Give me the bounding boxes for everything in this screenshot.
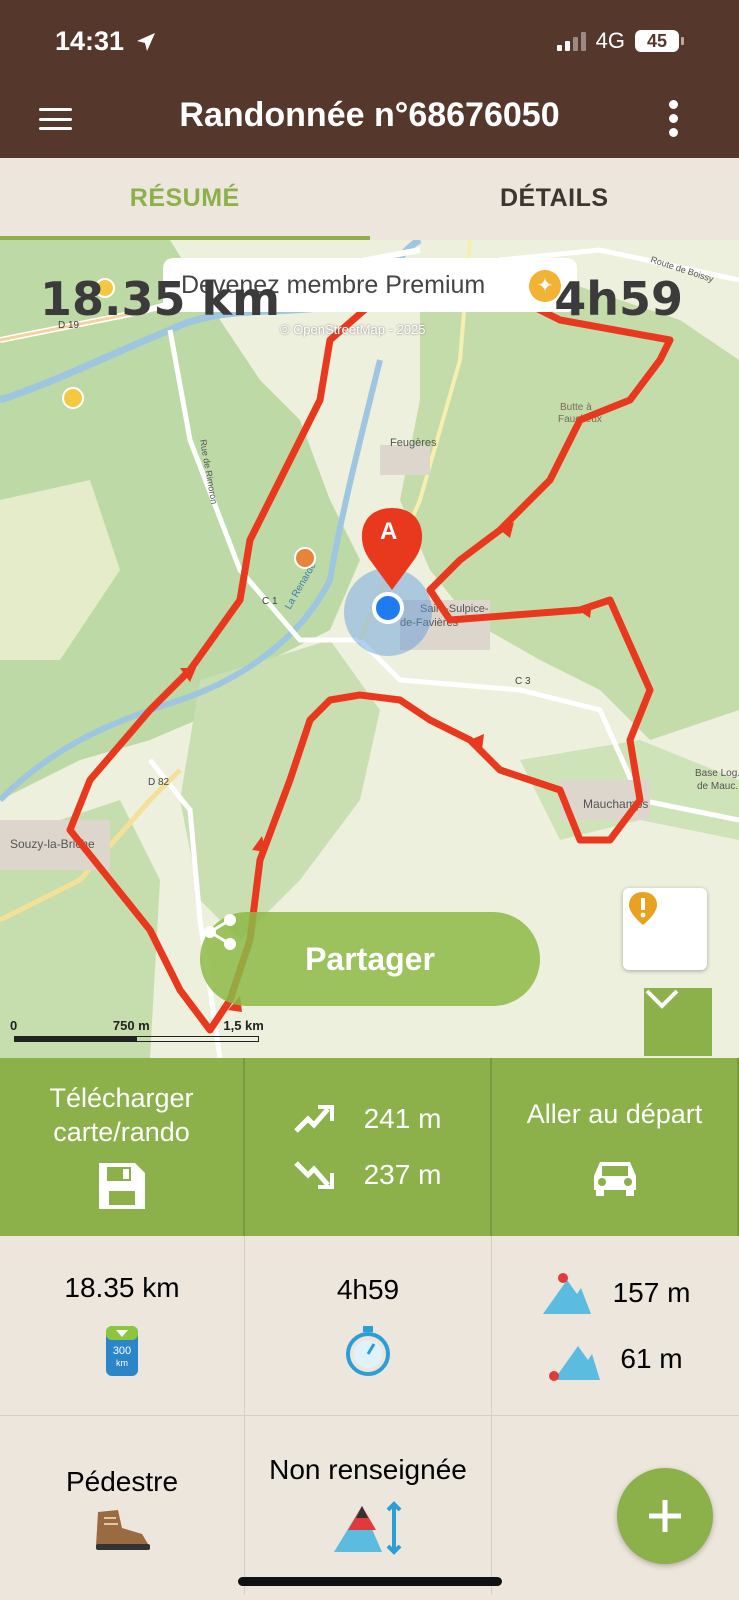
distance-marker-icon: 300km (106, 1325, 138, 1376)
map-duration-overlay: 4h59 (554, 272, 683, 326)
map-label-d82: D 82 (148, 777, 170, 788)
download-label: Télécharger carte/rando (49, 1083, 194, 1147)
altitude-max-value: 157 m (612, 1276, 691, 1308)
svg-text:300: 300 (113, 1345, 131, 1357)
stat-activity-value: Pédestre (65, 1466, 179, 1497)
map-label-feugeres: Feugères (390, 437, 437, 449)
share-button[interactable]: Partager (200, 912, 540, 1006)
poi-dot (294, 547, 316, 569)
stat-altitude: 157 m 61 m (492, 1236, 739, 1416)
descent-icon (293, 1161, 334, 1189)
tab-bar: RÉSUMÉ DÉTAILS (0, 158, 739, 240)
map-view[interactable]: Feugères Souzy-la-Briche Mauchamps Saint… (0, 240, 739, 1058)
stat-distance-value: 18.35 km (64, 1271, 180, 1303)
stat-difficulty-value: Non renseignée (269, 1454, 467, 1485)
stat-difficulty: Non renseignée (245, 1416, 492, 1594)
car-icon (593, 1161, 636, 1196)
scale-bar (14, 1036, 259, 1042)
warning-pin-icon (629, 892, 657, 925)
collapse-map-button[interactable] (644, 988, 712, 1056)
chevron-down-icon (645, 989, 679, 1009)
altitude-max-icon (542, 1272, 591, 1314)
map-label-base-log-2: de Mauc. (697, 781, 738, 792)
save-disk-icon (98, 1163, 145, 1209)
share-label: Partager (305, 940, 435, 977)
stopwatch-icon (346, 1325, 390, 1376)
app-bar: 14:31 4G 45 Randonnée n°68676050 (0, 0, 739, 158)
status-time: 14:31 (55, 26, 125, 56)
scale-label-0: 0 (10, 1018, 18, 1033)
map-label-c3: C 3 (515, 676, 531, 687)
elevation-gain-loss: 241 m 237 m (245, 1058, 492, 1236)
share-icon (204, 914, 236, 950)
descent-value: 237 m (363, 1159, 442, 1190)
ascent-icon (293, 1105, 334, 1133)
more-options-icon[interactable] (669, 100, 679, 142)
battery-icon: 45 (635, 30, 684, 52)
poi-dot (62, 387, 84, 409)
status-indicators: 4G 45 (556, 28, 684, 54)
hiking-boot-icon (96, 1510, 150, 1550)
altitude-min-icon (549, 1345, 601, 1381)
go-to-start-button[interactable]: Aller au départ (492, 1058, 739, 1236)
map-attribution: © OpenStreetMap - 2025 (280, 322, 426, 337)
map-label-c1: C 1 (262, 596, 278, 607)
page-title: Randonnée n°68676050 (179, 96, 560, 134)
tab-details[interactable]: DÉTAILS (370, 158, 739, 240)
scale-label-750: 750 m (112, 1018, 150, 1033)
map-distance-overlay: 18.35 km (40, 272, 281, 326)
signal-icon (556, 31, 586, 51)
report-alert-button[interactable] (623, 888, 707, 970)
home-indicator (238, 1577, 502, 1586)
tab-resume[interactable]: RÉSUMÉ (0, 158, 370, 240)
difficulty-icon (334, 1501, 402, 1555)
location-arrow-icon (137, 33, 155, 51)
go-to-start-label: Aller au départ (526, 1098, 703, 1129)
map-label-base-log: Base Log. (695, 768, 739, 779)
svg-text:km: km (116, 1358, 128, 1368)
stat-activity: Pédestre (0, 1416, 245, 1594)
start-marker-label: A (380, 518, 398, 545)
download-button[interactable]: Télécharger carte/rando (0, 1058, 245, 1236)
stat-distance: 18.35 km 300 km (0, 1236, 245, 1416)
plus-icon (649, 1500, 681, 1532)
current-position-dot (372, 592, 404, 624)
network-label: 4G (595, 28, 625, 53)
scale-labels: 0 750 m 1,5 km (10, 1018, 264, 1033)
altitude-min-value: 61 m (620, 1342, 683, 1374)
add-button[interactable] (617, 1468, 713, 1564)
stat-duration: 4h59 (245, 1236, 492, 1416)
scale-label-1500: 1,5 km (223, 1018, 264, 1033)
stat-duration-value: 4h59 (336, 1273, 400, 1305)
ascent-value: 241 m (363, 1103, 442, 1134)
map-label-butte: Butte à (560, 402, 592, 413)
